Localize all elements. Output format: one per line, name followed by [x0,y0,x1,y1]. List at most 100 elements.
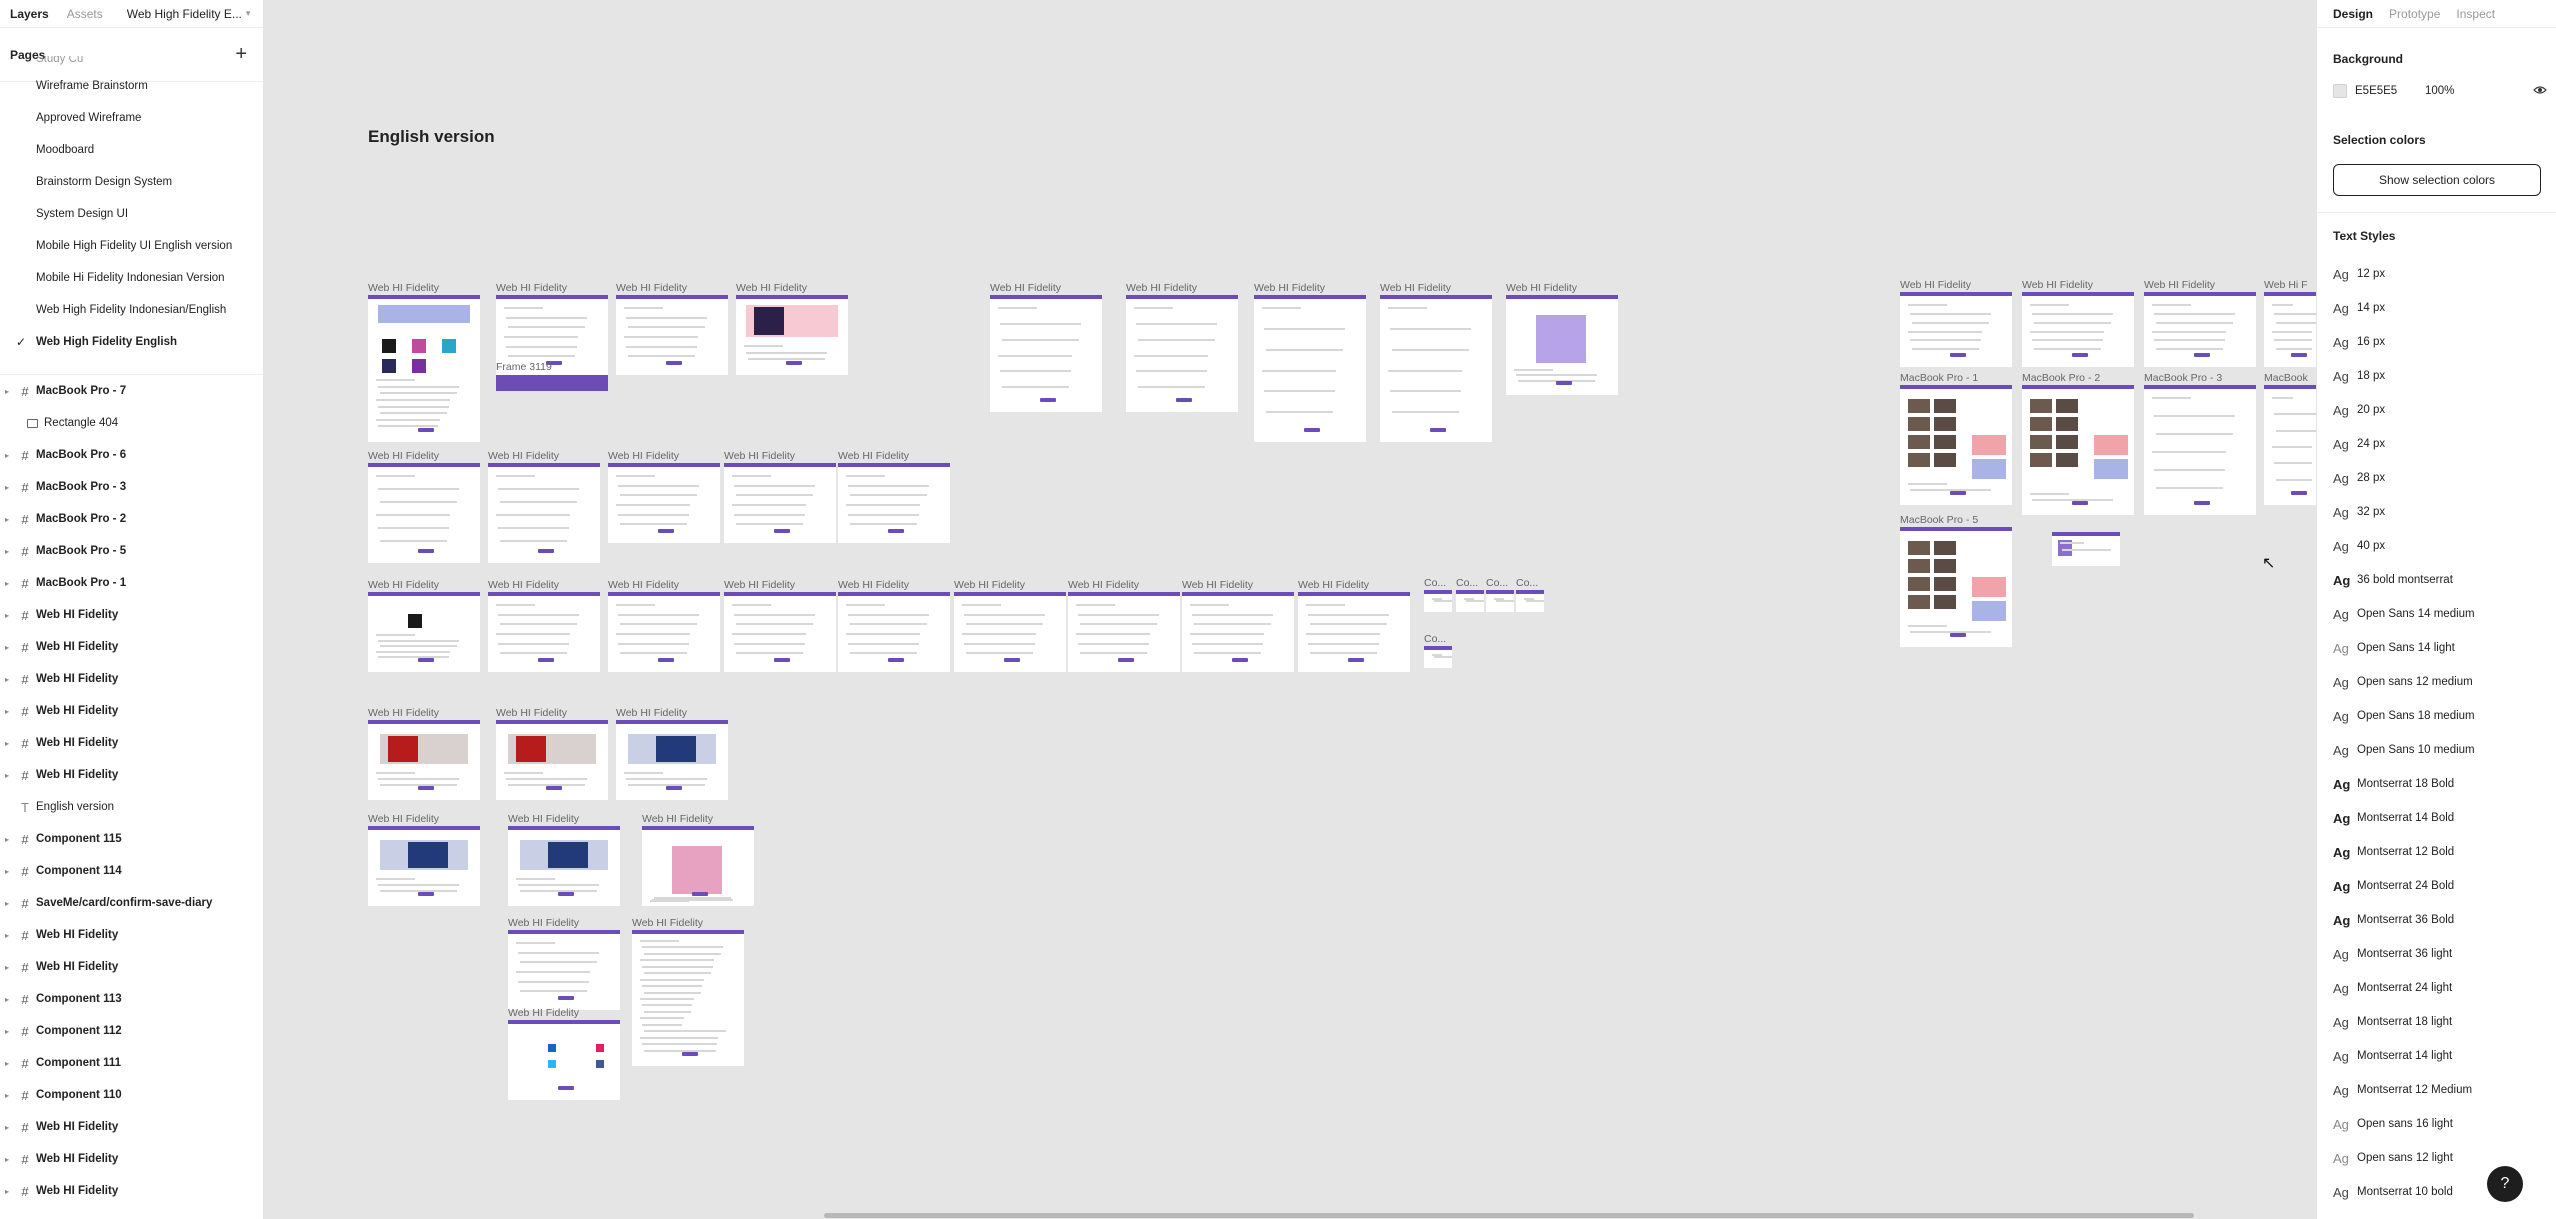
file-page-name[interactable]: Web High Fidelity E... [127,7,242,21]
frame-label[interactable]: Co... [1456,577,1478,589]
layer-row[interactable]: ▸ # Web HI Fidelity [0,919,263,951]
web-frame[interactable]: Web HI Fidelity [2144,279,2256,367]
expand-caret-icon[interactable]: ▸ [0,739,14,748]
page-item[interactable]: Mobile Hi Fidelity Indonesian Version [0,262,263,294]
frame-label[interactable]: MacBook Pro - 5 [1900,514,1978,526]
frame-label[interactable]: Web HI Fidelity [496,707,567,719]
web-frame[interactable]: Co... [1424,577,1452,612]
text-style-item[interactable]: Ag Montserrat 24 Bold [2333,869,2553,903]
web-frame[interactable]: Web HI Fidelity [1298,579,1410,672]
expand-caret-icon[interactable]: ▸ [0,515,14,524]
tab-assets[interactable]: Assets [67,7,103,21]
frame-label[interactable]: Co... [1424,577,1446,589]
layer-row[interactable]: ▸ # Component 114 [0,855,263,887]
expand-caret-icon[interactable]: ▸ [0,611,14,620]
web-frame[interactable]: Web HI Fidelity [368,707,480,800]
frame-label[interactable]: MacBook Pro - 1 [1900,372,1978,384]
text-style-item[interactable]: Ag Montserrat 36 Bold [2333,903,2553,937]
frame-label[interactable]: MacBook Pro - 3 [2144,372,2222,384]
web-frame[interactable]: Web HI Fidelity [736,282,848,375]
layer-row[interactable]: ▸ # MacBook Pro - 3 [0,471,263,503]
frame-label[interactable]: Web HI Fidelity [1380,282,1451,294]
expand-caret-icon[interactable]: ▸ [0,835,14,844]
text-style-item[interactable]: Ag 24 px [2333,427,2553,461]
text-style-item[interactable]: Ag Open Sans 14 light [2333,631,2553,665]
web-frame[interactable]: Web HI Fidelity [508,917,620,1010]
layer-row[interactable]: ▸ # Component 113 [0,983,263,1015]
web-frame[interactable]: MacBook Pro - 5 [1900,514,2012,647]
web-frame[interactable]: Web HI Fidelity [368,282,480,442]
frame-label[interactable]: Web HI Fidelity [736,282,807,294]
frame-label[interactable]: Web HI Fidelity [616,707,687,719]
web-frame[interactable]: Web HI Fidelity [508,813,620,906]
page-item[interactable]: Approved Wireframe [0,102,263,134]
page-item[interactable]: ✓ Web High Fidelity English [0,326,263,358]
text-style-item[interactable]: Ag 36 bold montserrat [2333,563,2553,597]
page-item[interactable]: Mobile High Fidelity UI English version [0,230,263,262]
text-style-item[interactable]: Ag Montserrat 14 light [2333,1039,2553,1073]
expand-caret-icon[interactable]: ▸ [0,1059,14,1068]
web-frame[interactable]: Co... [1516,577,1544,612]
web-frame[interactable]: Web HI Fidelity [1254,282,1366,442]
web-frame[interactable]: Web HI Fidelity [1380,282,1492,442]
eye-icon[interactable] [2533,83,2547,98]
text-style-item[interactable]: Ag Montserrat 18 Bold [2333,767,2553,801]
text-style-item[interactable]: Ag Open sans 16 light [2333,1107,2553,1141]
page-item[interactable]: System Design UI [0,198,263,230]
frame-label[interactable]: MacBook Pro - 2 [2022,372,2100,384]
frame-label[interactable]: Web HI Fidelity [496,282,567,294]
expand-caret-icon[interactable]: ▸ [0,1187,14,1196]
frame-label[interactable]: Web HI Fidelity [1068,579,1139,591]
web-frame[interactable]: Web HI Fidelity [616,282,728,375]
layer-row[interactable]: Rectangle 404 [0,407,263,439]
text-style-item[interactable]: Ag 32 px [2333,495,2553,529]
web-frame[interactable]: Web HI Fidelity [1182,579,1294,672]
expand-caret-icon[interactable]: ▸ [0,483,14,492]
layer-row[interactable]: ▸ # Component 110 [0,1079,263,1111]
web-frame[interactable]: Web HI Fidelity [724,579,836,672]
layer-row[interactable]: ▸ # Web HI Fidelity [0,695,263,727]
expand-caret-icon[interactable]: ▸ [0,899,14,908]
expand-caret-icon[interactable]: ▸ [0,1123,14,1132]
frame-label[interactable]: Web HI Fidelity [2022,279,2093,291]
text-style-item[interactable]: Ag 40 px [2333,529,2553,563]
web-frame[interactable]: Web HI Fidelity [1068,579,1180,672]
frame-label[interactable]: Web HI Fidelity [488,579,559,591]
web-frame[interactable]: Web HI Fidelity [990,282,1102,412]
frame-3119[interactable] [496,375,608,391]
expand-caret-icon[interactable]: ▸ [0,675,14,684]
frame-label[interactable]: Web HI Fidelity [1298,579,1369,591]
web-frame[interactable]: Web Hi F [2264,279,2316,367]
web-frame[interactable]: Web HI Fidelity [368,450,480,563]
layer-row[interactable]: ▸ # Component 111 [0,1047,263,1079]
horizontal-scrollbar[interactable] [824,1213,2194,1218]
frame-label[interactable]: Web HI Fidelity [990,282,1061,294]
expand-caret-icon[interactable]: ▸ [0,387,14,396]
frame-label[interactable]: Web HI Fidelity [724,579,795,591]
page-item[interactable]: Study Cu [0,56,263,70]
frame-label[interactable]: Web HI Fidelity [368,579,439,591]
layer-row[interactable]: ▸ # SaveMe/card/confirm-save-diary [0,887,263,919]
web-frame[interactable]: Web HI Fidelity [368,813,480,906]
frame-label[interactable]: MacBook [2264,372,2308,384]
text-style-item[interactable]: Ag 16 px [2333,325,2553,359]
expand-caret-icon[interactable]: ▸ [0,963,14,972]
web-frame[interactable]: Web HI Fidelity [488,579,600,672]
layer-row[interactable]: ▸ # Web HI Fidelity [0,1175,263,1207]
tab-prototype[interactable]: Prototype [2389,7,2440,21]
layer-row[interactable]: ▸ # Web HI Fidelity [0,599,263,631]
tab-design[interactable]: Design [2333,7,2373,21]
show-selection-colors-button[interactable]: Show selection colors [2333,164,2541,196]
text-style-item[interactable]: Ag 20 px [2333,393,2553,427]
frame-label[interactable]: Web HI Fidelity [488,450,559,462]
layer-row[interactable]: ▸ # Web HI Fidelity [0,631,263,663]
background-hex-value[interactable]: E5E5E5 [2355,85,2425,97]
text-style-item[interactable]: Ag 18 px [2333,359,2553,393]
page-item[interactable]: Web High Fidelity Indonesian/English [0,294,263,326]
text-style-item[interactable]: Ag Montserrat 12 Bold [2333,835,2553,869]
web-frame[interactable]: Web HI Fidelity [954,579,1066,672]
layer-row[interactable]: ▸ # MacBook Pro - 6 [0,439,263,471]
frame-label[interactable]: Web HI Fidelity [368,282,439,294]
frame-label[interactable]: Web HI Fidelity [838,579,909,591]
web-frame[interactable]: Web HI Fidelity [724,450,836,543]
